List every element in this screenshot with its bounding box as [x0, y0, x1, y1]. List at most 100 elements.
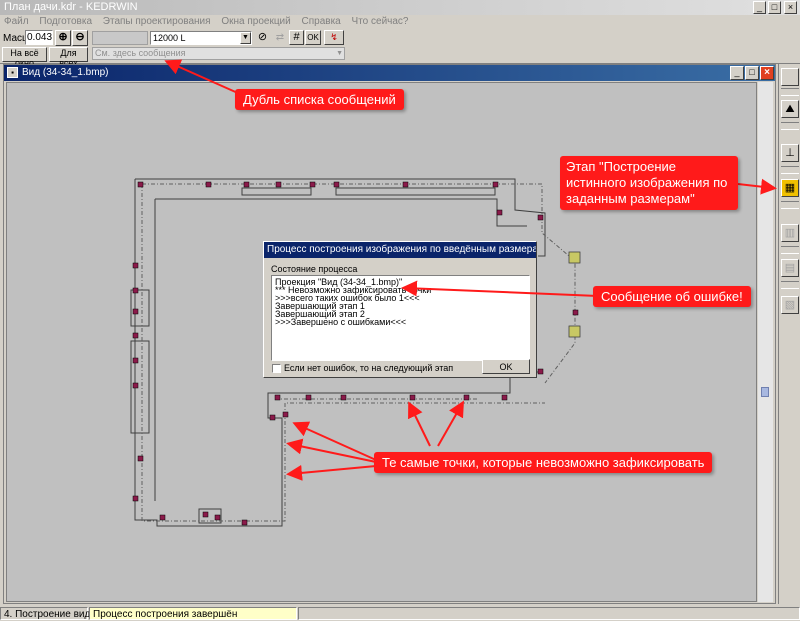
plan-fixture	[568, 325, 581, 338]
plan-node	[269, 414, 276, 421]
plan-node	[282, 411, 289, 418]
chevron-down-icon[interactable]: ▼	[240, 32, 251, 44]
plan-node	[159, 514, 166, 521]
plan-node	[202, 511, 209, 518]
plan-node	[501, 394, 508, 401]
stage-separator	[781, 88, 799, 96]
for-all-button[interactable]: Для всех	[49, 47, 88, 68]
plan-node	[132, 332, 139, 339]
view-scrollbar[interactable]	[758, 82, 773, 602]
plan-node	[132, 308, 139, 315]
plan-inner-rect-2	[335, 187, 496, 196]
plan-inner-rect-1	[241, 187, 312, 196]
stage-panel: ⛰ ⊥ ▦ ▥ ▤ ▧	[778, 64, 800, 604]
view-minimize-button[interactable]: _	[730, 66, 744, 80]
fit-window-button[interactable]: На всё окно	[2, 47, 47, 68]
menu-design-stages[interactable]: Этапы проектирования	[99, 15, 215, 28]
menu-help[interactable]: Справка	[298, 15, 345, 28]
path-edit-icon[interactable]: ↯	[324, 30, 344, 45]
maximize-button[interactable]: □	[768, 1, 781, 14]
view-close-button[interactable]: ×	[760, 66, 774, 80]
status-bar: 4. Построение вида Процесс построения за…	[0, 606, 800, 621]
menu-preparation[interactable]: Подготовка	[35, 15, 96, 28]
annotation-messages-dup: Дубль списка сообщений	[235, 89, 404, 110]
next-stage-checkbox[interactable]	[272, 364, 281, 373]
scroll-thumb[interactable]	[761, 387, 769, 397]
annotation-stage: Этап "Построение истинного изображения п…	[560, 156, 738, 210]
process-dialog: Процесс построения изображения по введён…	[263, 241, 537, 378]
annotation-error: Сообщение об ошибке!	[593, 286, 751, 307]
plan-node	[537, 368, 544, 375]
stage-6-icon[interactable]: ▤	[781, 259, 799, 277]
plan-node	[132, 262, 139, 269]
plan-node	[496, 209, 503, 216]
stage-separator	[781, 246, 799, 254]
view-window-icon: ▪	[7, 67, 18, 78]
toolbar: Масшт ⊕ ⊖ На всё окно Для всех 12000 L ▼…	[0, 28, 800, 68]
status-message: Процесс построения завершён	[89, 607, 297, 620]
menu-bar: Файл Подготовка Этапы проектирования Окн…	[0, 15, 800, 28]
stage-separator	[781, 166, 799, 174]
plan-node	[537, 214, 544, 221]
stage-separator	[781, 122, 799, 130]
zoom-in-icon[interactable]: ⊕	[55, 30, 71, 46]
view-titlebar: ▪ Вид (34-34_1.bmp) _ □ ×	[4, 65, 775, 81]
plan-node	[333, 181, 340, 188]
toolbar-ok-button[interactable]: OK	[305, 30, 321, 45]
plan-node	[132, 382, 139, 389]
menu-file[interactable]: Файл	[0, 15, 33, 28]
status-step: 4. Построение вида	[0, 607, 96, 620]
value-combo-text: 12000 L	[153, 33, 186, 43]
annotation-points: Те самые точки, которые невозможно зафик…	[374, 452, 713, 473]
dialog-title: Процесс построения изображения по введён…	[264, 242, 536, 258]
plan-node	[137, 455, 144, 462]
kedrwin-window: План дачи.kdr - KEDRWIN _ □ × Файл Подго…	[0, 0, 800, 621]
stage-2-shape-icon[interactable]: ⛰	[781, 100, 799, 118]
log-line: >>>Завершено с ошибками<<<	[275, 317, 407, 327]
messages-chevron-icon[interactable]: ▼	[336, 48, 343, 59]
stage-separator	[781, 201, 799, 209]
plan-node	[243, 181, 250, 188]
stage-true-image-icon[interactable]: ▦	[781, 179, 799, 197]
view-title: Вид (34-34_1.bmp)	[22, 67, 109, 78]
status-empty	[298, 607, 800, 620]
stage-5-icon[interactable]: ▥	[781, 224, 799, 242]
arrows-icon[interactable]: ⇄	[272, 31, 288, 44]
cancel-circle-icon[interactable]: ⊘	[256, 31, 269, 44]
plan-node	[132, 357, 139, 364]
plan-node	[275, 181, 282, 188]
messages-placeholder: См. здесь сообщения	[95, 48, 186, 58]
plan-node	[241, 519, 248, 526]
plan-fixture	[568, 251, 581, 264]
plan-node	[492, 181, 499, 188]
plan-node	[463, 394, 470, 401]
stage-1-nodes-icon[interactable]	[781, 68, 799, 86]
plan-node	[132, 495, 139, 502]
stage-3-dimension-icon[interactable]: ⊥	[781, 144, 799, 162]
window-titlebar: План дачи.kdr - KEDRWIN _ □ ×	[0, 0, 800, 15]
plan-node	[274, 394, 281, 401]
menu-whats-now[interactable]: Что сейчас?	[348, 15, 413, 28]
plan-node	[402, 181, 409, 188]
plan-node	[572, 309, 579, 316]
view-maximize-button[interactable]: □	[745, 66, 759, 80]
plan-node	[409, 394, 416, 401]
process-log[interactable]: Проекция "Вид (34-34_1.bmp)" *** Невозмо…	[271, 275, 530, 361]
menu-projection-windows[interactable]: Окна проекций	[217, 15, 294, 28]
plan-node	[137, 181, 144, 188]
messages-combo[interactable]: См. здесь сообщения ▼	[92, 47, 345, 60]
dialog-ok-button[interactable]: OK	[482, 359, 530, 374]
grid-icon[interactable]: #	[289, 30, 304, 45]
stage-7-icon[interactable]: ▧	[781, 296, 799, 314]
scale-input[interactable]	[25, 30, 53, 45]
zoom-out-icon[interactable]: ⊖	[72, 30, 88, 46]
plan-node	[132, 287, 139, 294]
value-combo[interactable]: 12000 L ▼	[150, 31, 252, 45]
plan-inner-rect-3	[130, 289, 150, 327]
disabled-field	[92, 31, 148, 45]
checkbox-label: Если нет ошибок, то на следующий этап	[284, 363, 454, 373]
dialog-group-label: Состояние процесса	[271, 264, 358, 274]
minimize-button[interactable]: _	[753, 1, 766, 14]
close-button[interactable]: ×	[784, 1, 797, 14]
plan-node	[214, 514, 221, 521]
